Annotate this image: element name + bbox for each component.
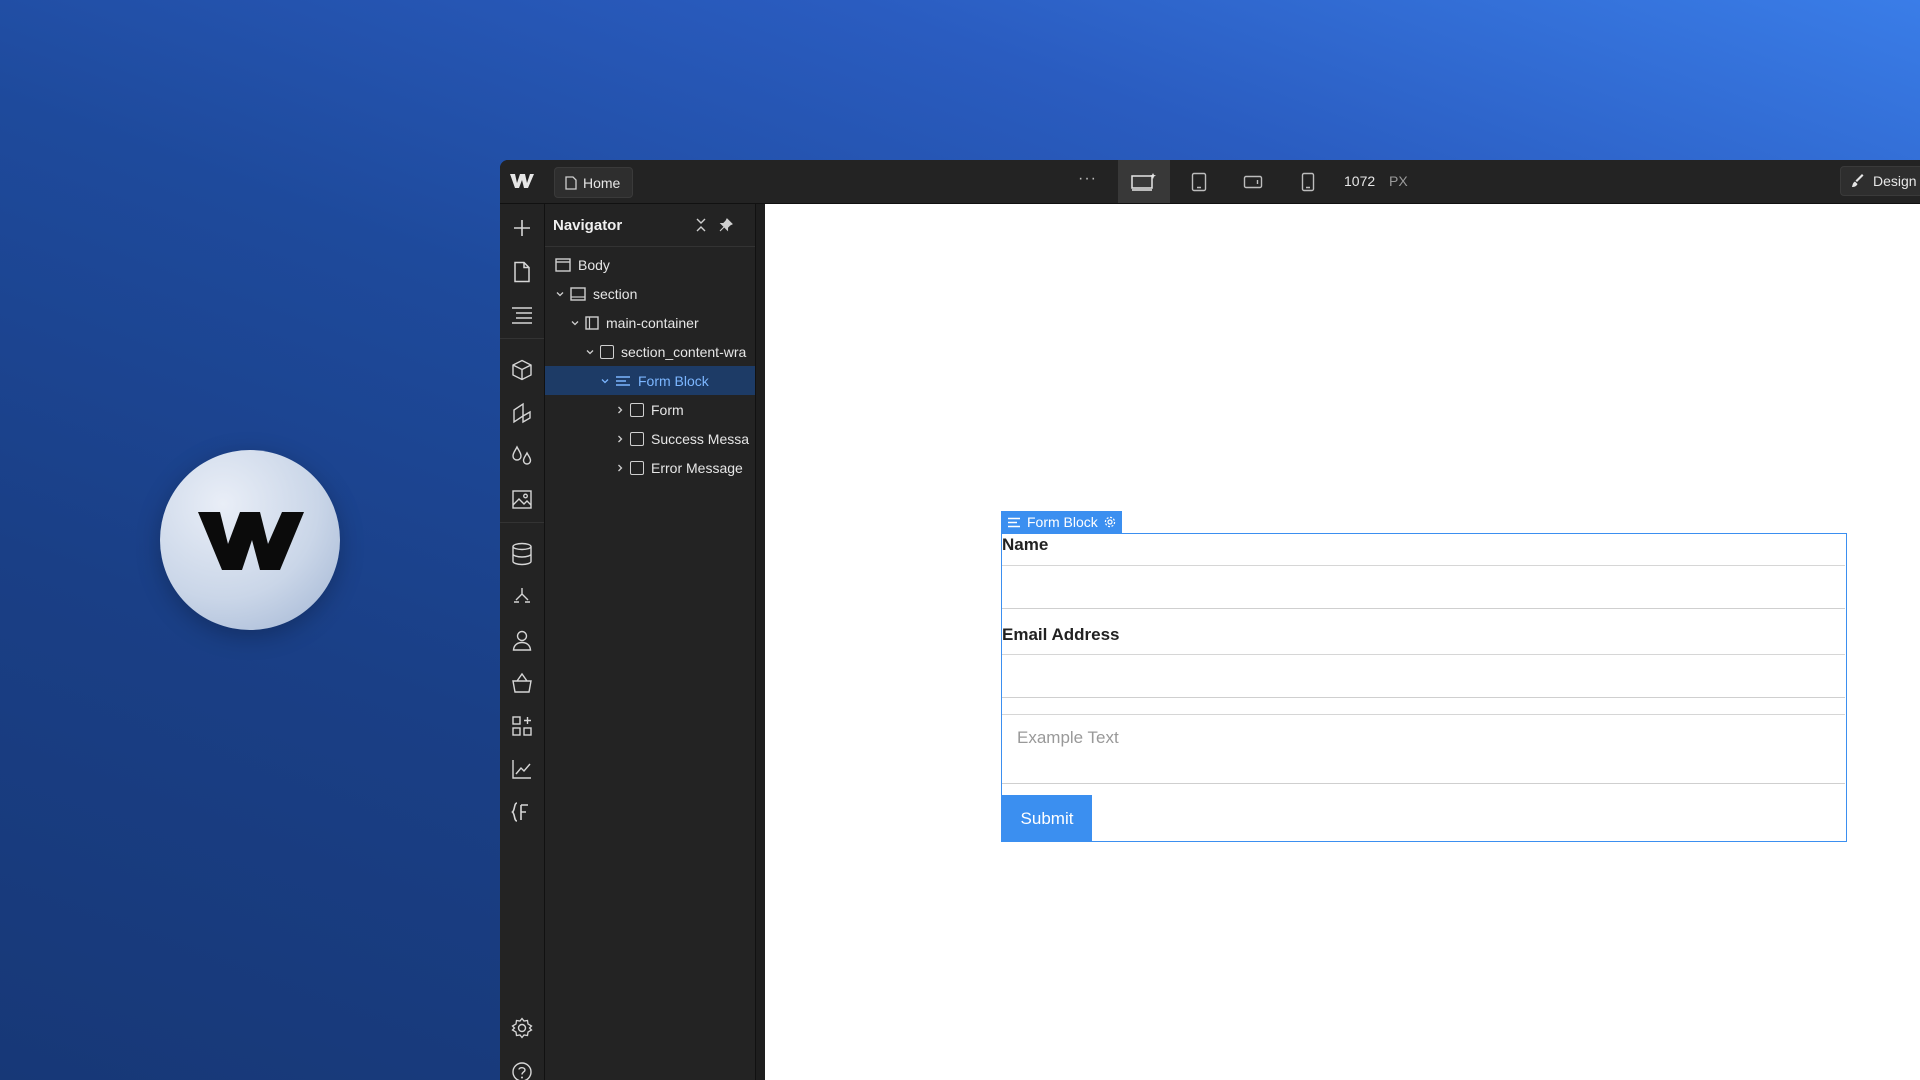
form-block[interactable]: Name Email Address Example Text Submit bbox=[1001, 533, 1847, 842]
chevron-right-icon[interactable] bbox=[614, 462, 626, 474]
page-icon bbox=[565, 175, 577, 190]
body-icon bbox=[555, 257, 571, 272]
div-block-icon bbox=[630, 402, 644, 417]
components-icon[interactable] bbox=[510, 358, 534, 382]
chevron-down-icon[interactable] bbox=[584, 346, 596, 358]
navigator-tree: Body section main-container section_cont… bbox=[545, 247, 755, 482]
help-icon[interactable] bbox=[510, 1060, 534, 1080]
webflow-menu-icon[interactable] bbox=[510, 171, 534, 191]
breakpoint-tablet-button[interactable] bbox=[1173, 160, 1225, 203]
design-mode-button[interactable]: Design bbox=[1840, 166, 1920, 196]
navigator-title: Navigator bbox=[553, 216, 623, 234]
section-icon bbox=[570, 286, 586, 301]
settings-gear-icon[interactable] bbox=[510, 1016, 534, 1040]
page-name: Home bbox=[583, 174, 621, 191]
page-selector[interactable]: Home bbox=[554, 167, 634, 198]
tree-item-label: Form Block bbox=[638, 372, 709, 389]
top-bar: Home ··· 1072 PX Design bbox=[500, 160, 1920, 204]
navigator-icon[interactable] bbox=[510, 303, 534, 327]
webflow-logo-icon bbox=[198, 512, 304, 570]
name-input[interactable] bbox=[1002, 565, 1845, 609]
breakpoint-mobile-portrait-button[interactable] bbox=[1282, 160, 1334, 203]
settings-gear-icon[interactable] bbox=[1104, 516, 1116, 528]
submit-button[interactable]: Submit bbox=[1002, 795, 1092, 842]
brush-icon bbox=[1852, 174, 1864, 187]
design-canvas[interactable]: Form Block Name Email Address Example Te… bbox=[765, 204, 1920, 1080]
div-block-icon bbox=[630, 460, 644, 475]
canvas-width-value[interactable]: 1072 bbox=[1344, 173, 1375, 189]
form-block-icon bbox=[1008, 517, 1020, 527]
breakpoint-mobile-landscape-button[interactable] bbox=[1227, 160, 1279, 203]
tablet-icon bbox=[1191, 172, 1207, 191]
mobile-portrait-icon bbox=[1301, 172, 1315, 191]
style-selectors-icon[interactable] bbox=[510, 444, 534, 468]
div-block-icon bbox=[600, 344, 614, 359]
breakpoint-desktop-button[interactable] bbox=[1118, 160, 1170, 203]
variables-icon[interactable] bbox=[510, 401, 534, 425]
canvas-width-unit: PX bbox=[1389, 173, 1408, 189]
email-input[interactable] bbox=[1002, 654, 1845, 698]
form-block-icon bbox=[615, 375, 631, 387]
pin-icon[interactable] bbox=[717, 216, 735, 234]
selection-label-text: Form Block bbox=[1027, 514, 1098, 530]
tree-item-label: main-container bbox=[606, 314, 699, 331]
logic-icon[interactable] bbox=[510, 585, 534, 609]
tree-item-label: Body bbox=[578, 256, 610, 273]
chevron-down-icon[interactable] bbox=[554, 288, 566, 300]
cms-icon[interactable] bbox=[510, 542, 534, 566]
tree-item-label: section bbox=[593, 285, 638, 302]
navigator-panel: Navigator Body section main-container se… bbox=[545, 204, 756, 1080]
code-variables-icon[interactable] bbox=[510, 800, 534, 824]
mobile-landscape-icon bbox=[1243, 175, 1263, 188]
chevron-right-icon[interactable] bbox=[614, 433, 626, 445]
tree-item-form[interactable]: Form bbox=[545, 395, 755, 424]
tree-item-success-message[interactable]: Success Messa bbox=[545, 424, 755, 453]
apps-icon[interactable] bbox=[510, 714, 534, 738]
tree-item-label: Form bbox=[651, 401, 684, 418]
email-label: Email Address bbox=[1002, 625, 1120, 644]
name-label: Name bbox=[1002, 535, 1049, 554]
pages-icon[interactable] bbox=[510, 260, 534, 284]
tree-item-form-block[interactable]: Form Block bbox=[545, 366, 755, 395]
chevron-down-icon[interactable] bbox=[569, 317, 581, 329]
users-icon[interactable] bbox=[510, 628, 534, 652]
chevron-right-icon[interactable] bbox=[614, 404, 626, 416]
tree-item-label: Error Message bbox=[651, 459, 743, 476]
left-toolbar bbox=[500, 204, 545, 1080]
tree-item-section[interactable]: section bbox=[545, 279, 755, 308]
container-icon bbox=[585, 315, 599, 330]
assets-icon[interactable] bbox=[510, 487, 534, 511]
add-elements-icon[interactable] bbox=[510, 216, 534, 240]
collapse-all-icon[interactable] bbox=[692, 216, 710, 234]
webflow-logo-badge bbox=[160, 450, 340, 630]
div-block-icon bbox=[630, 431, 644, 446]
message-textarea[interactable]: Example Text bbox=[1002, 714, 1845, 784]
ecommerce-basket-icon[interactable] bbox=[510, 671, 534, 695]
tree-item-label: Success Messa bbox=[651, 430, 750, 447]
analytics-icon[interactable] bbox=[510, 757, 534, 781]
chevron-down-icon[interactable] bbox=[599, 375, 611, 387]
tree-item-error-message[interactable]: Error Message bbox=[545, 453, 755, 482]
designer-window: Home ··· 1072 PX Design Navigator Body s… bbox=[500, 160, 1920, 1080]
tree-item-section-content-wrapper[interactable]: section_content-wra bbox=[545, 337, 755, 366]
navigator-header: Navigator bbox=[545, 204, 755, 247]
tree-item-main-container[interactable]: main-container bbox=[545, 308, 755, 337]
more-options-button[interactable]: ··· bbox=[1078, 170, 1097, 188]
tree-item-body[interactable]: Body bbox=[545, 250, 755, 279]
selection-label[interactable]: Form Block bbox=[1001, 511, 1122, 533]
tree-item-label: section_content-wra bbox=[621, 343, 747, 360]
design-label: Design bbox=[1873, 173, 1917, 189]
desktop-star-icon bbox=[1131, 172, 1156, 191]
